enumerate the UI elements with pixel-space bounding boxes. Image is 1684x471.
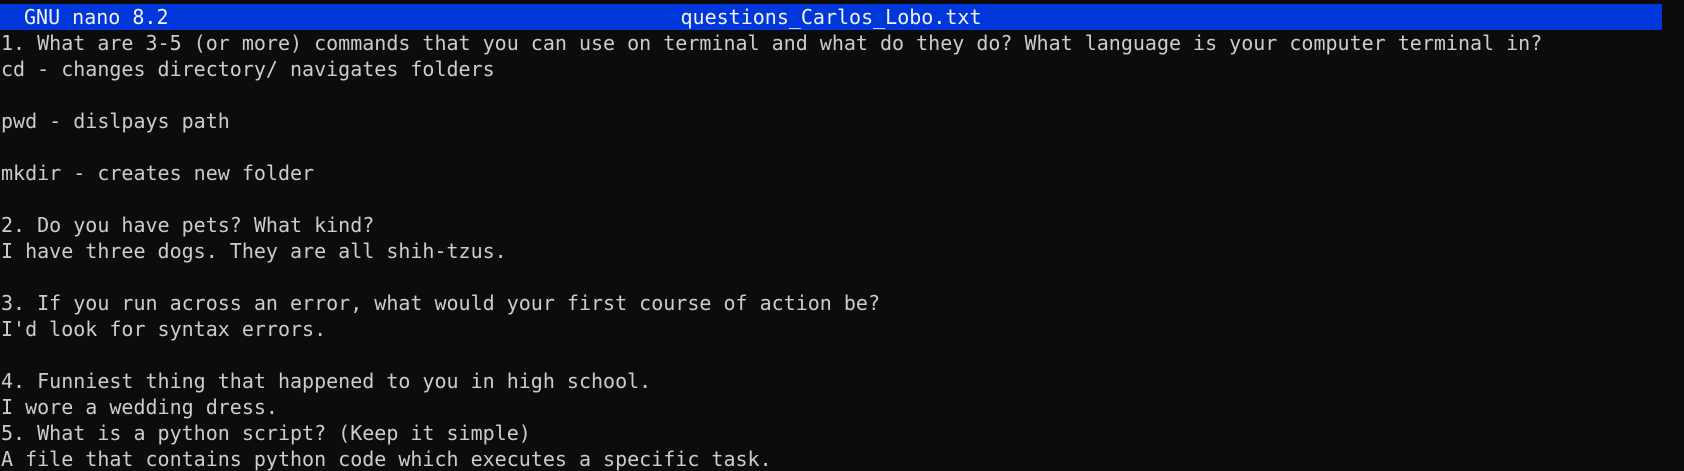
text-line[interactable]: 2. Do you have pets? What kind? [1,212,1681,238]
nano-title-bar: GNU nano 8.2 questions_Carlos_Lobo.txt [0,4,1662,30]
text-line[interactable]: mkdir - creates new folder [1,160,1681,186]
text-line[interactable] [1,342,1681,368]
file-name: questions_Carlos_Lobo.txt [680,5,982,29]
text-line[interactable]: pwd - dislpays path [1,108,1681,134]
editor-buffer[interactable]: 1. What are 3-5 (or more) commands that … [1,30,1681,471]
text-line[interactable] [1,264,1681,290]
text-line[interactable]: 4. Funniest thing that happened to you i… [1,368,1681,394]
terminal-window[interactable]: GNU nano 8.2 questions_Carlos_Lobo.txt 1… [0,0,1684,471]
text-line[interactable] [1,186,1681,212]
text-line[interactable] [1,134,1681,160]
text-line[interactable]: cd - changes directory/ navigates folder… [1,56,1681,82]
text-line[interactable]: 1. What are 3-5 (or more) commands that … [1,30,1681,56]
text-line[interactable]: I have three dogs. They are all shih-tzu… [1,238,1681,264]
text-line[interactable]: A file that contains python code which e… [1,446,1681,471]
text-line[interactable]: I wore a wedding dress. [1,394,1681,420]
text-line[interactable] [1,82,1681,108]
text-line[interactable]: 5. What is a python script? (Keep it sim… [1,420,1681,446]
text-line[interactable]: 3. If you run across an error, what woul… [1,290,1681,316]
text-line[interactable]: I'd look for syntax errors. [1,316,1681,342]
